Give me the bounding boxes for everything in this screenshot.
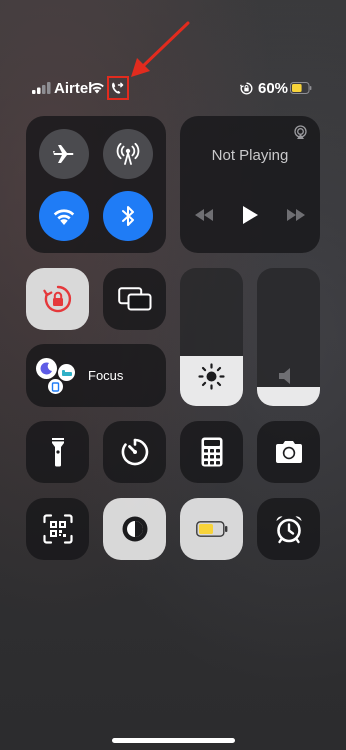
now-playing-title: Not Playing bbox=[211, 147, 289, 164]
brightness-sun-icon bbox=[198, 363, 225, 390]
orientation-lock-toggle[interactable] bbox=[26, 268, 89, 330]
low-power-mode-toggle[interactable] bbox=[180, 498, 243, 560]
low-power-battery-icon bbox=[195, 521, 227, 537]
screen-mirroring-icon bbox=[117, 287, 151, 311]
qr-scanner-icon bbox=[42, 514, 73, 544]
flashlight-button[interactable] bbox=[26, 421, 89, 483]
next-track-icon[interactable] bbox=[286, 208, 306, 222]
screen-mirroring-button[interactable] bbox=[103, 268, 166, 330]
speaker-icon bbox=[279, 368, 290, 384]
annotation-arrow bbox=[131, 21, 190, 77]
camera-icon bbox=[275, 441, 302, 463]
alarm-button[interactable] bbox=[257, 498, 320, 560]
connectivity-module bbox=[26, 116, 166, 253]
carrier-name: Airtel bbox=[54, 80, 93, 97]
volume-slider[interactable] bbox=[257, 268, 320, 406]
dark-mode-toggle[interactable] bbox=[103, 498, 166, 560]
brightness-slider[interactable] bbox=[180, 268, 243, 406]
focus-button[interactable]: Focus bbox=[26, 344, 166, 407]
orientation-lock-icon bbox=[42, 285, 71, 313]
moon-icon bbox=[36, 358, 57, 379]
calculator-icon bbox=[201, 437, 222, 467]
cellular-data-toggle[interactable] bbox=[103, 129, 153, 179]
focus-icon-cluster bbox=[36, 358, 82, 394]
bed-icon bbox=[58, 364, 75, 381]
wifi-toggle[interactable] bbox=[39, 191, 89, 241]
volume-slider-fill bbox=[257, 386, 320, 406]
timer-icon bbox=[121, 438, 148, 466]
status-bar: Airtel 60% bbox=[0, 79, 346, 99]
calculator-button[interactable] bbox=[180, 421, 243, 483]
alarm-clock-icon bbox=[276, 516, 301, 544]
focus-label: Focus bbox=[88, 368, 124, 383]
play-icon[interactable] bbox=[241, 205, 259, 225]
previous-track-icon[interactable] bbox=[194, 208, 214, 222]
dark-mode-icon bbox=[122, 516, 147, 542]
wifi-icon bbox=[90, 83, 104, 94]
bluetooth-icon bbox=[122, 206, 134, 226]
airplay-icon[interactable] bbox=[293, 125, 308, 140]
airplane-mode-toggle[interactable] bbox=[39, 129, 89, 179]
camera-button[interactable] bbox=[257, 421, 320, 483]
signal-bars-icon bbox=[32, 82, 51, 94]
qr-scanner-button[interactable] bbox=[26, 498, 89, 560]
timer-button[interactable] bbox=[103, 421, 166, 483]
person-badge-icon bbox=[48, 379, 63, 394]
now-playing-module[interactable]: Not Playing bbox=[180, 116, 320, 253]
airplane-icon bbox=[53, 145, 74, 163]
battery-percentage: 60% bbox=[258, 80, 289, 97]
cellular-antenna-icon bbox=[116, 142, 140, 165]
wifi-icon bbox=[53, 209, 75, 225]
flashlight-icon bbox=[51, 438, 64, 467]
bluetooth-toggle[interactable] bbox=[103, 191, 153, 241]
rotation-lock-icon bbox=[240, 82, 253, 95]
home-indicator[interactable] bbox=[112, 738, 235, 743]
battery-icon bbox=[290, 82, 312, 94]
